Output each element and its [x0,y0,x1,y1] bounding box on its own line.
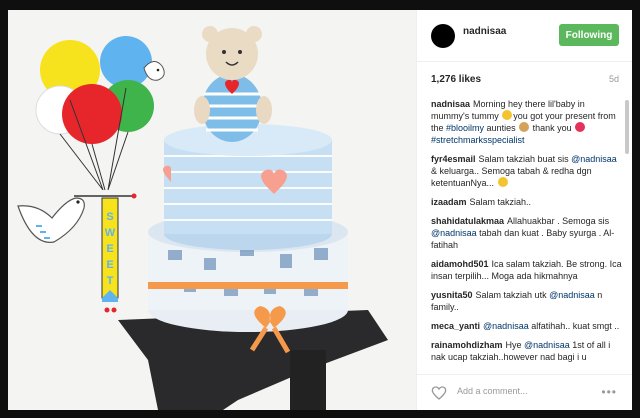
more-options-icon[interactable]: ••• [601,385,617,399]
following-button[interactable]: Following [559,24,619,46]
comments-panel: nadnisaa Following 1,276 likes 5d nadnis… [416,10,632,410]
comment-text: aunties [484,123,519,133]
emoji-icon [497,177,508,187]
comment-text: Salam takziah.. [469,197,532,207]
comment-item: fyr4esmail Salam takziah buat sis @nadnis… [431,153,625,189]
post-footer: Add a comment... ••• [417,374,632,410]
comment-username[interactable]: izaadam [431,197,467,207]
post-modal: S W E E T nadnisaa Following 1,276 likes… [8,10,632,410]
comment-username[interactable]: fyr4esmail [431,154,476,164]
comment-text: thank you [530,123,575,133]
balloon-red [62,84,122,144]
post-photo: S W E E T [8,10,416,410]
header-username[interactable]: nadnisaa [463,26,506,37]
banner-letter: W [105,227,116,239]
mention-link[interactable]: @nadnisaa [483,321,529,331]
post-stats: 1,276 likes 5d [417,62,632,96]
heart-icon[interactable] [431,385,447,401]
mention-link[interactable]: #blooilmy [446,123,484,133]
photo-illustration: S W E E T [8,10,416,410]
comment-username[interactable]: meca_yanti [431,321,480,331]
emoji-icon [575,122,586,132]
comment-item: izaadam Salam takziah.. [431,196,625,208]
comment-username[interactable]: aidamohd501 [431,259,489,269]
emoji-icon [502,110,513,120]
comment-text: Allahuakbar . Semoga sis [507,216,610,226]
comment-item: meca_yanti @nadnisaa alfatihah.. kuat smg… [431,320,625,332]
comment-text: Hye [505,340,525,350]
add-comment-input[interactable]: Add a comment... [457,386,528,396]
banner-letter: E [106,259,113,271]
mention-link[interactable]: @nadnisaa [571,154,617,164]
banner-letter: S [106,211,113,223]
banner-letter: E [106,243,113,255]
post-header: nadnisaa Following [417,10,632,62]
comment-username[interactable]: shahidatulakmaa [431,216,504,226]
banner-letter: T [107,275,114,287]
comment-username[interactable]: rainamohdizham [431,340,503,350]
emoji-icon [519,122,530,132]
likes-count[interactable]: 1,276 likes [431,74,481,85]
ribbon [148,282,348,289]
mention-link[interactable]: @nadnisaa [431,228,477,238]
comment-text: alfatihah.. kuat smgt .. [528,321,620,331]
comment-item: aidamohd501 Ica salam takziah. Be strong.… [431,258,625,282]
comment-item: nadnisaa Morning hey there lil'baby in mu… [431,98,625,146]
mention-link[interactable]: @nadnisaa [524,340,570,350]
mention-link[interactable]: @nadnisaa [549,290,595,300]
comments-list: nadnisaa Morning hey there lil'baby in mu… [431,98,625,370]
comment-item: yusnita50 Salam takziah utk @nadnisaa n f… [431,289,625,313]
comment-text: Salam takziah utk [475,290,550,300]
comment-text: & keluarga.. Semoga tabah & redha dgn ke… [431,166,592,188]
avatar[interactable] [431,24,455,48]
post-age[interactable]: 5d [609,74,619,84]
comments-scrollbar[interactable] [625,100,629,154]
comment-item: shahidatulakmaa Allahuakbar . Semoga sis … [431,215,625,251]
mention-link[interactable]: #stretchmarksspecialist [431,135,525,145]
comment-text: Salam takziah buat sis [478,154,572,164]
comment-item: rainamohdizham Hye @nadnisaa 1st of all i… [431,339,625,363]
comment-username[interactable]: nadnisaa [431,99,470,109]
comment-username[interactable]: yusnita50 [431,290,473,300]
